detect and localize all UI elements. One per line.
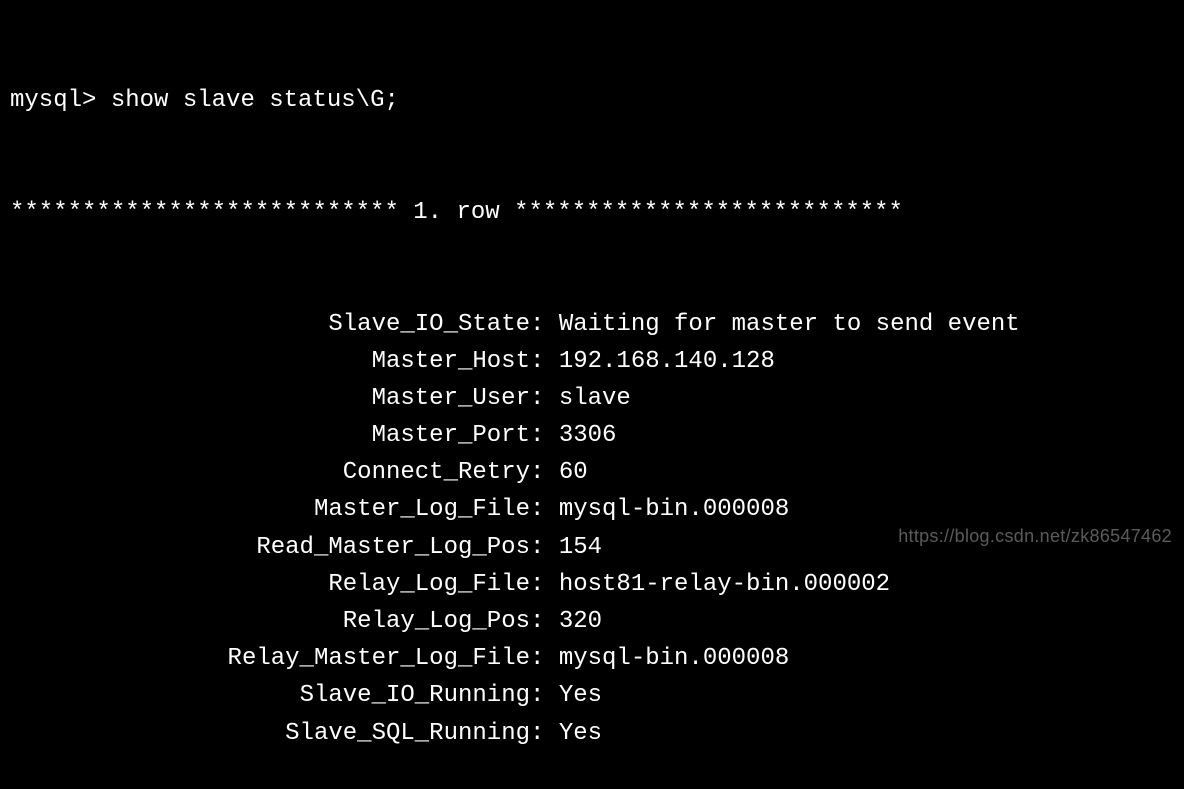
status-row: Relay_Log_File: host81-relay-bin.000002 [10, 566, 1174, 603]
status-value: 154 [559, 529, 602, 566]
status-value: 192.168.140.128 [559, 343, 775, 380]
status-row: Relay_Log_Pos: 320 [10, 603, 1174, 640]
status-value: Yes [559, 677, 602, 714]
status-value: slave [559, 380, 631, 417]
status-key: Read_Master_Log_Pos [10, 529, 530, 566]
status-key: Master_User [10, 380, 530, 417]
stars-left: *************************** [10, 194, 413, 231]
status-separator: : [530, 603, 559, 640]
status-value: 60 [559, 454, 588, 491]
status-value: Waiting for master to send event [559, 306, 1020, 343]
status-separator: : [530, 566, 559, 603]
status-separator: : [530, 715, 559, 752]
terminal-output: mysql> show slave status\G; ************… [10, 8, 1174, 789]
status-separator: : [530, 306, 559, 343]
status-key: Master_Log_File [10, 491, 530, 528]
status-key: Slave_SQL_Running [10, 715, 530, 752]
status-key: Relay_Log_File [10, 566, 530, 603]
status-key: Connect_Retry [10, 454, 530, 491]
status-row: Master_User: slave [10, 380, 1174, 417]
stars-right: *************************** [500, 194, 903, 231]
status-value: 3306 [559, 417, 617, 454]
status-separator: : [530, 529, 559, 566]
status-separator: : [530, 677, 559, 714]
watermark-text: https://blog.csdn.net/zk86547462 [898, 523, 1172, 551]
status-value: Yes [559, 715, 602, 752]
row-label: 1. row [413, 194, 499, 231]
status-key: Relay_Log_Pos [10, 603, 530, 640]
status-key: Slave_IO_State [10, 306, 530, 343]
prompt-line: mysql> show slave status\G; [10, 82, 1174, 119]
status-separator: : [530, 343, 559, 380]
status-separator: : [530, 380, 559, 417]
status-value: mysql-bin.000008 [559, 640, 789, 677]
status-key: Slave_IO_Running [10, 677, 530, 714]
status-row: Slave_SQL_Running: Yes [10, 715, 1174, 752]
status-key: Relay_Master_Log_File [10, 640, 530, 677]
status-row: Master_Port: 3306 [10, 417, 1174, 454]
status-separator: : [530, 417, 559, 454]
status-separator: : [530, 454, 559, 491]
status-row: Master_Host: 192.168.140.128 [10, 343, 1174, 380]
status-separator: : [530, 640, 559, 677]
mysql-prompt: mysql> [10, 82, 111, 119]
status-value: 320 [559, 603, 602, 640]
status-row: Relay_Master_Log_File: mysql-bin.000008 [10, 640, 1174, 677]
status-row: Connect_Retry: 60 [10, 454, 1174, 491]
sql-command: show slave status\G; [111, 82, 399, 119]
status-key: Master_Port [10, 417, 530, 454]
status-separator: : [530, 491, 559, 528]
status-value: mysql-bin.000008 [559, 491, 789, 528]
status-value: host81-relay-bin.000002 [559, 566, 890, 603]
status-row: Slave_IO_Running: Yes [10, 677, 1174, 714]
status-row: Slave_IO_State: Waiting for master to se… [10, 306, 1174, 343]
status-key: Master_Host [10, 343, 530, 380]
row-header: *************************** 1. row *****… [10, 194, 1174, 231]
